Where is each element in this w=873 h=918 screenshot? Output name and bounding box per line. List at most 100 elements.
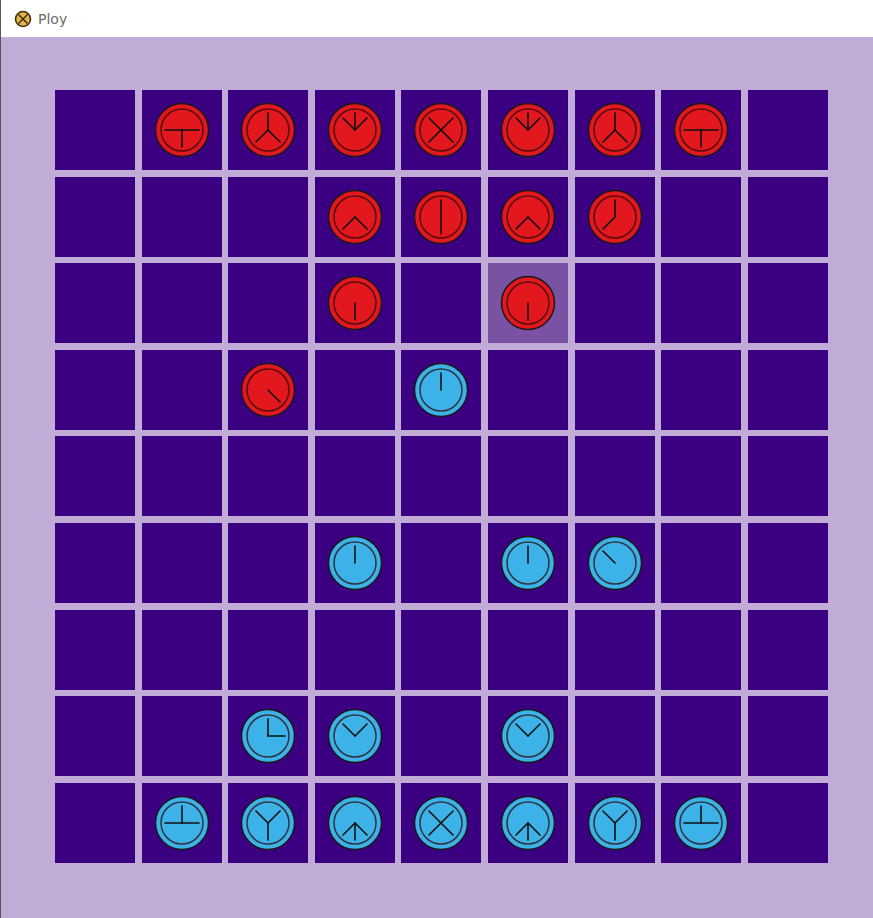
- board-cell[interactable]: [575, 177, 655, 257]
- board-cell[interactable]: [661, 177, 741, 257]
- board-cell[interactable]: [315, 350, 395, 430]
- blue-piece-icon[interactable]: [327, 708, 383, 764]
- board-cell[interactable]: [575, 350, 655, 430]
- board-cell[interactable]: [228, 90, 308, 170]
- board-cell[interactable]: [575, 610, 655, 690]
- board-cell[interactable]: [55, 696, 135, 776]
- blue-piece-icon[interactable]: [587, 795, 643, 851]
- red-piece-icon[interactable]: [413, 102, 469, 158]
- blue-piece-icon[interactable]: [500, 795, 556, 851]
- board-cell[interactable]: [748, 90, 828, 170]
- blue-piece-icon[interactable]: [154, 795, 210, 851]
- board-cell[interactable]: [228, 523, 308, 603]
- board-cell[interactable]: [55, 263, 135, 343]
- board-cell[interactable]: [401, 610, 481, 690]
- board-cell[interactable]: [55, 350, 135, 430]
- board-cell[interactable]: [228, 783, 308, 863]
- board-cell[interactable]: [748, 436, 828, 516]
- blue-piece-icon[interactable]: [240, 795, 296, 851]
- board-cell[interactable]: [488, 696, 568, 776]
- board-cell[interactable]: [748, 177, 828, 257]
- board-cell[interactable]: [748, 610, 828, 690]
- blue-piece-icon[interactable]: [500, 535, 556, 591]
- board-cell[interactable]: [142, 263, 222, 343]
- board-cell[interactable]: [748, 350, 828, 430]
- board-cell[interactable]: [401, 350, 481, 430]
- red-piece-icon[interactable]: [154, 102, 210, 158]
- red-piece-icon[interactable]: [587, 189, 643, 245]
- board-cell[interactable]: [315, 523, 395, 603]
- board-cell[interactable]: [488, 177, 568, 257]
- blue-piece-icon[interactable]: [413, 362, 469, 418]
- blue-piece-icon[interactable]: [587, 535, 643, 591]
- board-cell[interactable]: [55, 783, 135, 863]
- board-cell[interactable]: [661, 263, 741, 343]
- blue-piece-icon[interactable]: [673, 795, 729, 851]
- board-cell[interactable]: [488, 523, 568, 603]
- board-cell[interactable]: [575, 696, 655, 776]
- board-cell[interactable]: [401, 90, 481, 170]
- board-cell[interactable]: [315, 783, 395, 863]
- board-cell[interactable]: [228, 610, 308, 690]
- board-cell[interactable]: [142, 436, 222, 516]
- board-cell[interactable]: [228, 350, 308, 430]
- red-piece-icon[interactable]: [500, 189, 556, 245]
- red-piece-icon[interactable]: [500, 275, 556, 331]
- board-cell[interactable]: [488, 350, 568, 430]
- board-cell[interactable]: [315, 696, 395, 776]
- board-cell[interactable]: [401, 436, 481, 516]
- board-cell[interactable]: [575, 263, 655, 343]
- board-cell[interactable]: [142, 523, 222, 603]
- red-piece-icon[interactable]: [240, 102, 296, 158]
- board-cell[interactable]: [661, 90, 741, 170]
- board-cell[interactable]: [401, 177, 481, 257]
- board-cell[interactable]: [748, 783, 828, 863]
- board-cell[interactable]: [142, 90, 222, 170]
- board-cell[interactable]: [55, 90, 135, 170]
- board-cell[interactable]: [661, 350, 741, 430]
- red-piece-icon[interactable]: [673, 102, 729, 158]
- board-cell[interactable]: [575, 436, 655, 516]
- board-cell[interactable]: [488, 263, 568, 343]
- board-cell[interactable]: [401, 783, 481, 863]
- board-cell[interactable]: [142, 177, 222, 257]
- blue-piece-icon[interactable]: [327, 795, 383, 851]
- board-cell[interactable]: [142, 350, 222, 430]
- red-piece-icon[interactable]: [327, 275, 383, 331]
- red-piece-icon[interactable]: [413, 189, 469, 245]
- board-cell[interactable]: [661, 436, 741, 516]
- board-cell[interactable]: [228, 263, 308, 343]
- board-cell[interactable]: [661, 783, 741, 863]
- red-piece-icon[interactable]: [587, 102, 643, 158]
- red-piece-icon[interactable]: [327, 189, 383, 245]
- board-cell[interactable]: [575, 90, 655, 170]
- red-piece-icon[interactable]: [240, 362, 296, 418]
- board-cell[interactable]: [142, 783, 222, 863]
- red-piece-icon[interactable]: [327, 102, 383, 158]
- board-cell[interactable]: [55, 610, 135, 690]
- board-cell[interactable]: [315, 177, 395, 257]
- board-cell[interactable]: [401, 263, 481, 343]
- board-cell[interactable]: [661, 696, 741, 776]
- blue-piece-icon[interactable]: [500, 708, 556, 764]
- board-cell[interactable]: [142, 610, 222, 690]
- red-piece-icon[interactable]: [500, 102, 556, 158]
- board-cell[interactable]: [748, 263, 828, 343]
- blue-piece-icon[interactable]: [327, 535, 383, 591]
- board-cell[interactable]: [488, 610, 568, 690]
- blue-piece-icon[interactable]: [240, 708, 296, 764]
- board-cell[interactable]: [228, 696, 308, 776]
- board-cell[interactable]: [228, 436, 308, 516]
- board-cell[interactable]: [401, 523, 481, 603]
- board-cell[interactable]: [488, 783, 568, 863]
- board-cell[interactable]: [315, 610, 395, 690]
- board-cell[interactable]: [55, 523, 135, 603]
- board-cell[interactable]: [575, 523, 655, 603]
- board-cell[interactable]: [315, 436, 395, 516]
- board-cell[interactable]: [488, 90, 568, 170]
- board-cell[interactable]: [55, 177, 135, 257]
- board-cell[interactable]: [748, 696, 828, 776]
- board-cell[interactable]: [315, 90, 395, 170]
- board-cell[interactable]: [55, 436, 135, 516]
- blue-piece-icon[interactable]: [413, 795, 469, 851]
